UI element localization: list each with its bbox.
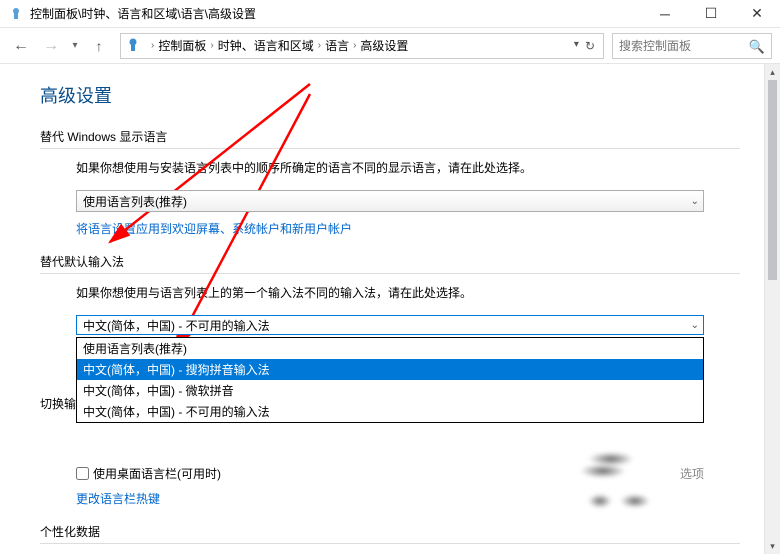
default-ime-value: 中文(简体，中国) - 不可用的输入法 [83,317,270,334]
refresh-icon[interactable]: ↻ [585,39,595,53]
search-input[interactable] [619,39,765,53]
breadcrumb-item[interactable]: 语言 [325,37,349,54]
chevron-right-icon: › [353,40,356,51]
scroll-down-button[interactable]: ▾ [765,538,780,554]
nav-forward-button[interactable]: → [38,33,64,59]
ime-option[interactable]: 中文(简体，中国) - 搜狗拼音输入法 [77,359,703,380]
options-link[interactable]: 选项 [680,465,704,482]
breadcrumb[interactable]: › 控制面板 › 时钟、语言和区域 › 语言 › 高级设置 ▾ ↻ [120,33,604,59]
chevron-right-icon: › [318,40,321,51]
nav-back-button[interactable]: ← [8,33,34,59]
default-ime-dropdown[interactable]: 中文(简体，中国) - 不可用的输入法 ⌄ [76,315,704,335]
breadcrumb-dropdown-icon[interactable]: ▾ [574,39,579,53]
minimize-button[interactable]: ─ [642,0,688,28]
smudge-decoration [620,494,650,508]
ime-option[interactable]: 使用语言列表(推荐) [77,338,703,359]
smudge-decoration [580,464,626,478]
smudge-decoration [588,494,612,508]
chevron-down-icon: ⌄ [691,320,699,331]
scroll-up-button[interactable]: ▴ [765,64,780,80]
section-personal-data-header: 个性化数据 [40,523,740,544]
nav-history-dropdown[interactable]: ▾ [68,40,82,51]
scrollbar-track[interactable] [765,280,780,538]
ime-option[interactable]: 中文(简体，中国) - 不可用的输入法 [77,401,703,422]
chevron-right-icon: › [210,40,213,51]
control-panel-icon [125,37,143,55]
window-icon [8,6,24,22]
breadcrumb-item[interactable]: 控制面板 [158,37,206,54]
ime-option[interactable]: 中文(简体，中国) - 微软拼音 [77,380,703,401]
chevron-down-icon: ⌄ [691,196,699,207]
display-language-value: 使用语言列表(推荐) [83,193,187,210]
breadcrumb-item[interactable]: 时钟、语言和区域 [218,37,314,54]
desktop-langbar-checkbox-row[interactable]: 使用桌面语言栏(可用时) [76,465,221,482]
scrollbar-thumb[interactable] [768,80,777,280]
change-hotkey-link[interactable]: 更改语言栏热键 [76,490,160,507]
nav-up-button[interactable]: ↑ [86,33,112,59]
default-ime-option-list: 使用语言列表(推荐) 中文(简体，中国) - 搜狗拼音输入法 中文(简体，中国)… [76,337,704,423]
maximize-button[interactable]: ☐ [688,0,734,28]
desktop-langbar-checkbox[interactable] [76,467,89,480]
chevron-right-icon: › [151,40,154,51]
display-language-dropdown[interactable]: 使用语言列表(推荐) ⌄ [76,190,704,212]
vertical-scrollbar[interactable]: ▴ ▾ [764,64,780,554]
breadcrumb-item[interactable]: 高级设置 [360,37,408,54]
close-button[interactable]: ✕ [734,0,780,28]
search-input-container[interactable]: 🔍 [612,33,772,59]
search-icon[interactable]: 🔍 [749,39,765,55]
window-title: 控制面板\时钟、语言和区域\语言\高级设置 [30,5,642,22]
desktop-langbar-label: 使用桌面语言栏(可用时) [93,465,221,482]
